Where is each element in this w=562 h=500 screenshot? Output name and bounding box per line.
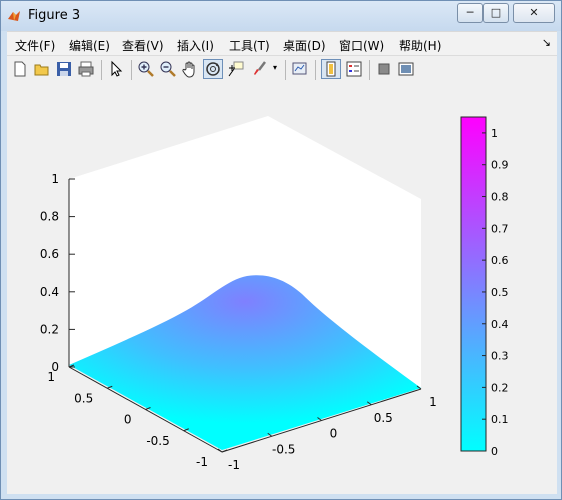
colorbar-tick-label: 0.8 [491,191,509,204]
y-tick-label: 0 [124,413,132,427]
z-tick-label: 0.6 [40,247,59,261]
colorbar-tick-label: 0.5 [491,286,509,299]
colorbar-tick-label: 0.3 [491,350,509,363]
colorbar-tick-label: 0.9 [491,159,509,172]
hide-plot-tools-icon[interactable] [375,60,393,78]
x-tick-label: -0.5 [272,442,295,456]
x-tick-label: -1 [228,458,240,472]
figure-canvas[interactable]: 0 0.2 0.4 0.6 0.8 1 -1 -0.5 0 0.5 1 -1 -0.5 0 0.5 1 0… [7,84,557,494]
zoom-out-icon[interactable] [159,60,177,78]
colorbar-tick-label: 0.7 [491,222,509,235]
toolbar-separator [315,60,316,80]
x-tick-label: 0 [330,427,338,441]
open-file-icon[interactable] [33,60,51,78]
y-tick-label: -1 [196,455,208,469]
figure-window: Figure 3 ─ □ ✕ 文件(F) 编辑(E) 查看(V) 插入(I) 工… [0,0,562,500]
y-tick-label: -0.5 [146,434,169,448]
menu-edit[interactable]: 编辑(E) [69,37,110,54]
surface-plot[interactable]: 0 0.2 0.4 0.6 0.8 1 -1 -0.5 0 0.5 1 -1 -0.5 0 0.5 1 0… [7,84,557,494]
z-tick-label: 0.4 [40,285,59,299]
close-button[interactable]: ✕ [513,3,555,23]
x-tick-label: 1 [429,395,437,409]
x-tick-label: 0.5 [374,411,393,425]
print-icon[interactable] [77,60,95,78]
title-bar[interactable]: Figure 3 ─ □ ✕ [1,1,561,31]
minimize-button[interactable]: ─ [457,3,483,23]
maximize-icon: □ [490,6,502,19]
menu-tools[interactable]: 工具(T) [229,37,270,54]
figure-toolbar: ▾ [7,55,557,85]
z-tick-label: 1 [51,172,59,186]
colorbar-tick-label: 0.2 [491,381,509,394]
window-title: Figure 3 [28,8,81,23]
toolbar-separator [101,60,102,80]
colorbar-toggle-icon[interactable] [321,59,341,79]
toolbar-separator [285,60,286,80]
brush-dropdown-icon[interactable]: ▾ [273,63,277,72]
toolbar-separator [131,60,132,80]
legend-toggle-icon[interactable] [345,60,363,78]
pointer-icon[interactable] [107,60,125,78]
pan-hand-icon[interactable] [181,60,199,78]
new-figure-icon[interactable] [11,60,29,78]
menu-dock-arrow-icon[interactable]: ↘ [542,36,551,49]
save-icon[interactable] [55,60,73,78]
menu-insert[interactable]: 插入(I) [177,37,214,54]
colorbar-tick-label: 0.6 [491,254,509,267]
colorbar[interactable] [460,116,487,452]
maximize-button[interactable]: □ [483,3,509,23]
link-plot-icon[interactable] [291,60,309,78]
zoom-in-icon[interactable] [137,60,155,78]
matlab-logo-icon [8,11,20,21]
colorbar-tick-label: 0.1 [491,413,509,426]
toolbar-separator [369,60,370,80]
y-tick-label: 0.5 [74,391,93,405]
colorbar-tick-label: 0 [491,445,498,458]
data-cursor-icon[interactable] [227,60,245,78]
brush-icon[interactable] [251,60,269,78]
colorbar-tick-label: 0.4 [491,318,509,331]
menu-desktop[interactable]: 桌面(D) [283,37,326,54]
menu-file[interactable]: 文件(F) [15,37,55,54]
menu-bar: 文件(F) 编辑(E) 查看(V) 插入(I) 工具(T) 桌面(D) 窗口(W… [7,31,557,56]
z-tick-label: 0.2 [40,322,59,336]
rotate-3d-icon[interactable] [203,59,223,79]
menu-view[interactable]: 查看(V) [122,37,164,54]
menu-window[interactable]: 窗口(W) [339,37,384,54]
colorbar-tick-label: 1 [491,127,498,140]
y-tick-label: 1 [47,370,55,384]
minimize-icon: ─ [466,6,474,19]
show-plot-tools-icon[interactable] [397,60,415,78]
menu-help[interactable]: 帮助(H) [399,37,441,54]
close-icon: ✕ [529,6,539,19]
z-tick-label: 0.8 [40,210,59,224]
